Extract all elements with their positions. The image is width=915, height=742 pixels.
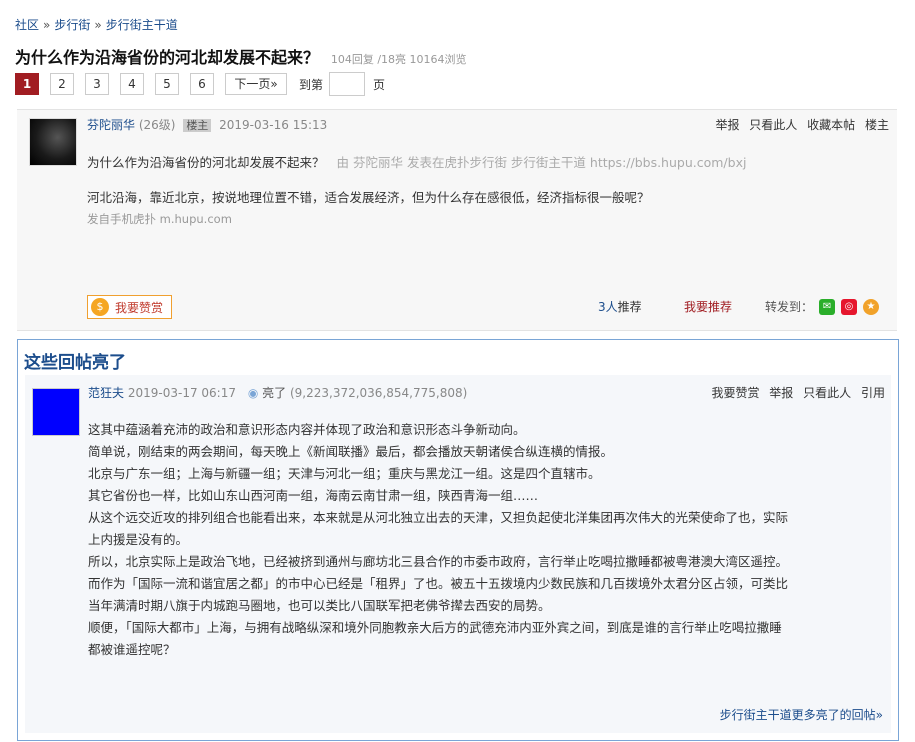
reply-line: 简单说，刚结束的两会期间，每天晚上《新闻联播》最后，都会播放天朝诸侯合纵连横的情…: [88, 444, 614, 459]
author-level: (26级): [138, 118, 176, 132]
reply-tools: 我要赞赏 举报 只看此人 引用: [705, 384, 885, 401]
page-4-button[interactable]: 4: [120, 73, 144, 95]
breadcrumb-separator: »: [94, 18, 102, 32]
reply-line: 北京与广东一组；上海与新疆一组；天津与河北一组；重庆与黑龙江一组。这是四个直辖市…: [88, 466, 601, 481]
reply-line: 都被谁遥控呢？: [88, 642, 176, 657]
page-title: 为什么作为沿海省份的河北却发展不起来？: [15, 48, 320, 67]
only-author-link[interactable]: 只看此人: [803, 386, 851, 400]
recommend-count: 3人推荐: [598, 298, 642, 315]
only-author-link[interactable]: 只看此人: [749, 118, 797, 132]
quote-source: 由 芬陀丽华 发表在虎扑步行街 步行街主干道 https://bbs.hupu.…: [336, 155, 747, 170]
reply-line: 上内援是没有的。: [88, 532, 189, 547]
weibo-icon[interactable]: ◎: [841, 298, 858, 315]
next-page-button[interactable]: 下一页»: [225, 73, 287, 95]
avatar[interactable]: [29, 118, 77, 166]
reward-link[interactable]: 我要赞赏: [711, 386, 759, 400]
wechat-icon[interactable]: ✉: [819, 298, 836, 315]
recommend-suffix: 推荐: [617, 300, 642, 314]
reply-time: 2019-03-17 06:17: [127, 386, 236, 400]
jump-suffix: 页: [373, 77, 386, 92]
reward-label: 我要赞赏: [115, 300, 164, 315]
op-badge: 楼主: [183, 119, 212, 132]
breadcrumb-main-board[interactable]: 步行街主干道: [106, 18, 178, 32]
recommend-count-value[interactable]: 3人: [598, 300, 618, 314]
reply-header: 范狂夫 2019-03-17 06:17 ◉ 亮了 (9,223,372,036…: [88, 384, 467, 401]
quote-link[interactable]: 引用: [861, 386, 885, 400]
more-hot-replies-link[interactable]: 步行街主干道更多亮了的回帖»: [720, 706, 883, 723]
breadcrumb-community[interactable]: 社区: [15, 18, 39, 32]
light-label[interactable]: 亮了: [262, 386, 286, 400]
share-label: 转发到：: [765, 300, 814, 314]
post-time: 2019-03-16 15:13: [219, 118, 328, 132]
reply-line: 从这个远交近攻的排列组合也能看出来，本来就是从河北独立出去的天津，又担负起使北洋…: [88, 510, 789, 525]
report-link[interactable]: 举报: [715, 118, 739, 132]
reply-line: 当年满清时期八旗于内城跑马圈地，也可以类比八国联军把老佛爷撵去西安的局势。: [88, 598, 551, 613]
qzone-icon[interactable]: ★: [863, 298, 880, 315]
page-1-button[interactable]: 1: [15, 73, 39, 95]
coin-icon: $: [91, 298, 109, 316]
thread-title-row: 为什么作为沿海省份的河北却发展不起来？ 104回复 /18亮 10164浏览: [15, 44, 467, 68]
post-body: 河北沿海，靠近北京，按说地理位置不错，适合发展经济，但为什么存在感很低，经济指标…: [87, 190, 650, 205]
reply-author-name[interactable]: 范狂夫: [88, 386, 124, 400]
breadcrumb-street[interactable]: 步行街: [54, 18, 90, 32]
breadcrumb: 社区» 步行街» 步行街主干道: [15, 16, 178, 33]
recommend-button[interactable]: 我要推荐: [684, 298, 732, 315]
post-from: 发自手机虎扑 m.hupu.com: [87, 212, 232, 226]
reply-line: 而作为「国际一流和谐宜居之都」的市中心已经是「租界」了也。被五十五拨境内少数民族…: [88, 576, 789, 591]
page-2-button[interactable]: 2: [50, 73, 74, 95]
post-tools: 举报 只看此人 收藏本帖 楼主: [709, 116, 889, 133]
share-bar: 转发到： ✉ ◎ ★: [765, 298, 880, 315]
post-header: 芬陀丽华 (26级) 楼主 2019-03-16 15:13: [87, 116, 327, 133]
avatar[interactable]: [32, 388, 80, 436]
jump-label: 到第: [299, 77, 324, 92]
page-3-button[interactable]: 3: [85, 73, 109, 95]
hot-reply: 范狂夫 2019-03-17 06:17 ◉ 亮了 (9,223,372,036…: [25, 375, 891, 733]
floor-label: 楼主: [864, 118, 889, 132]
favorite-link[interactable]: 收藏本帖: [807, 118, 855, 132]
page-6-button[interactable]: 6: [190, 73, 214, 95]
hot-replies-title: 这些回帖亮了: [24, 353, 126, 373]
reply-line: 所以，北京实际上是政治飞地，已经被挤到通州与廊坊北三县合作的市委市政府，言行举止…: [88, 554, 789, 569]
light-bulb-icon[interactable]: ◉: [248, 386, 258, 400]
page-5-button[interactable]: 5: [155, 73, 179, 95]
reply-body: 这其中蕴涵着充沛的政治和意识形态内容并体现了政治和意识形态斗争新动向。 简单说，…: [88, 419, 888, 661]
reward-button[interactable]: $ 我要赞赏: [87, 295, 173, 319]
report-link[interactable]: 举报: [769, 386, 793, 400]
quote-title: 为什么作为沿海省份的河北却发展不起来？: [87, 155, 325, 170]
reply-line: 顺便，「国际大都市」上海，与拥有战略纵深和境外同胞教亲大后方的武德充沛内亚外宾之…: [88, 620, 782, 635]
reply-line: 这其中蕴涵着充沛的政治和意识形态内容并体现了政治和意识形态斗争新动向。: [88, 422, 526, 437]
original-post: 芬陀丽华 (26级) 楼主 2019-03-16 15:13 举报 只看此人 收…: [17, 109, 897, 331]
reply-line: 其它省份也一样，比如山东山西河南一组，海南云南甘肃一组，陕西青海一组……: [88, 488, 539, 503]
light-count: (9,223,372,036,854,775,808): [289, 386, 468, 400]
breadcrumb-separator: »: [43, 18, 51, 32]
hot-replies-section: 这些回帖亮了 范狂夫 2019-03-17 06:17 ◉ 亮了 (9,223,…: [17, 339, 899, 741]
pagination: 1 2 3 4 5 6 下一页» 到第 页: [15, 72, 386, 96]
post-quote: 为什么作为沿海省份的河北却发展不起来？ 由 芬陀丽华 发表在虎扑步行街 步行街主…: [87, 152, 746, 171]
thread-stats: 104回复 /18亮 10164浏览: [330, 53, 467, 66]
jump-page-input[interactable]: [329, 72, 366, 96]
author-name[interactable]: 芬陀丽华: [87, 118, 135, 132]
